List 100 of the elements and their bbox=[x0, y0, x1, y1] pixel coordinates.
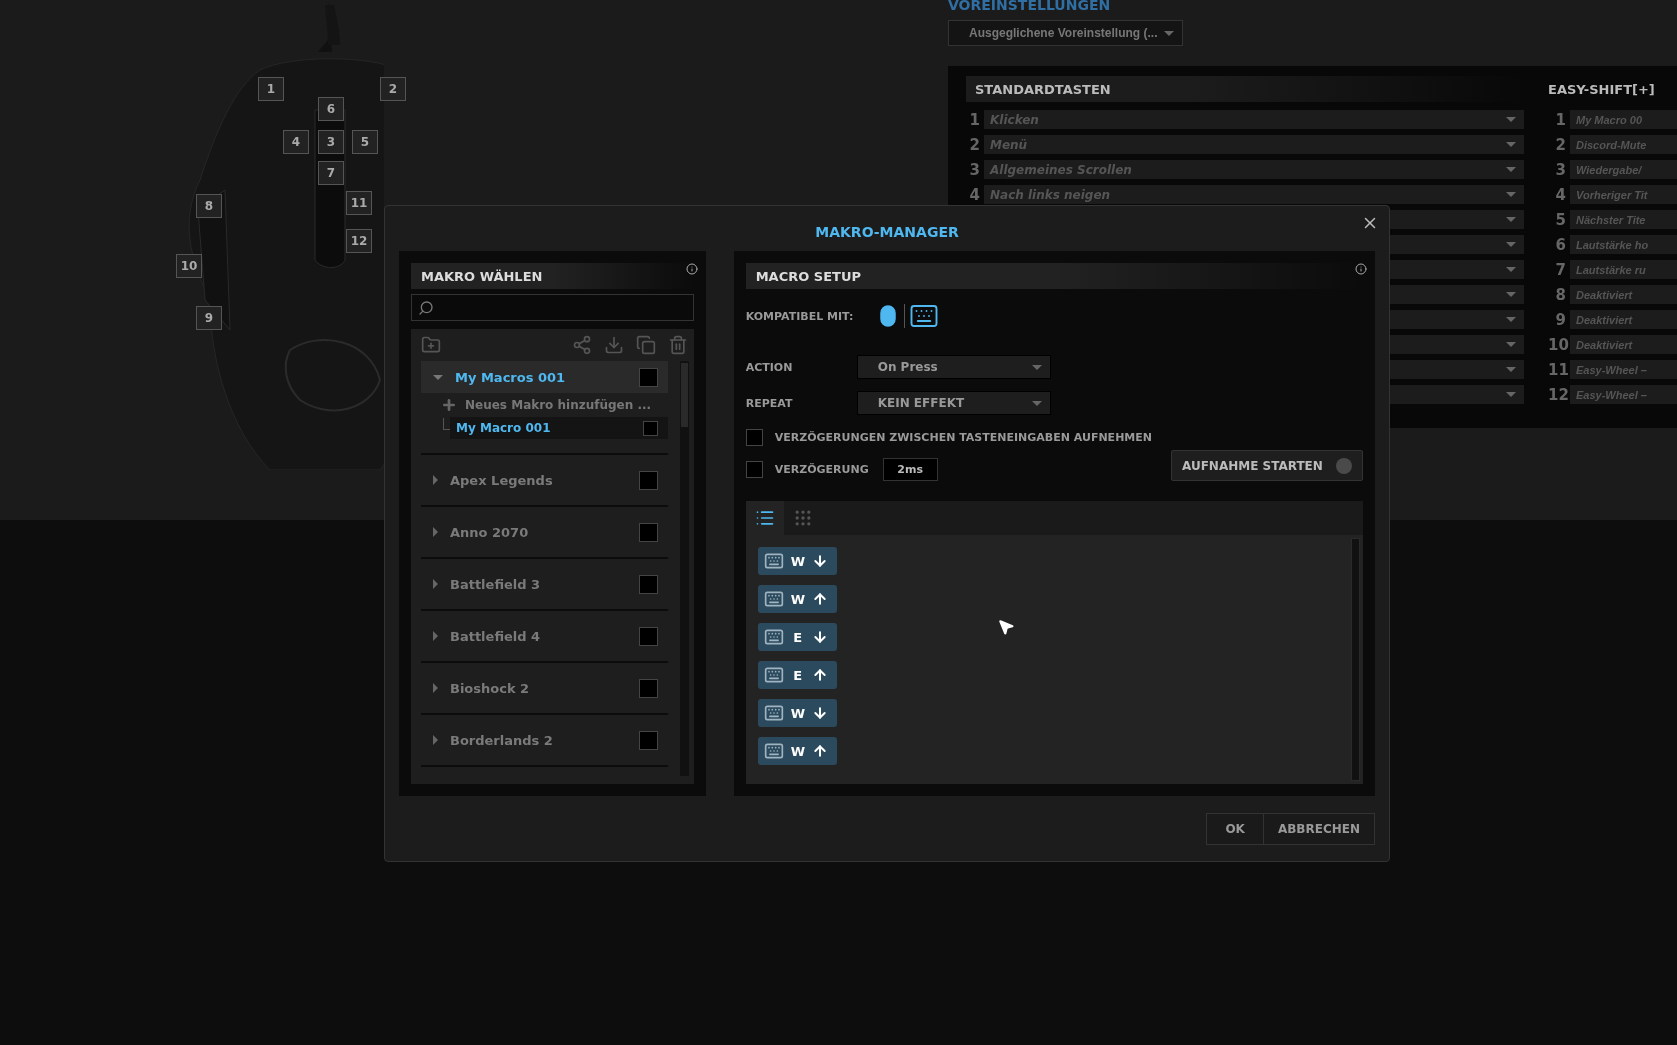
key-event-chip[interactable]: W bbox=[757, 585, 837, 613]
folder-plus-icon[interactable] bbox=[421, 335, 441, 355]
caret-icon bbox=[1506, 367, 1516, 372]
row-number: 9 bbox=[1554, 310, 1566, 329]
section-title: VOREINSTELLUNGEN bbox=[948, 0, 1112, 12]
key-event-chip[interactable]: W bbox=[757, 547, 837, 575]
trash-icon[interactable] bbox=[667, 335, 688, 355]
button-number-tag[interactable]: 11 bbox=[346, 191, 372, 215]
collapse-icon[interactable] bbox=[433, 374, 443, 380]
button-number-tag[interactable]: 3 bbox=[318, 130, 344, 154]
keyboard-icon bbox=[763, 703, 784, 723]
button-number-tag[interactable]: 6 bbox=[318, 97, 344, 121]
macro-group-row[interactable]: Bioshock 2 bbox=[421, 663, 668, 715]
macro-group-row[interactable]: Anno 2070 bbox=[421, 507, 668, 559]
keyboard-icon bbox=[763, 627, 784, 647]
key-event-chip[interactable]: W bbox=[757, 737, 837, 765]
button-number-tag[interactable]: 12 bbox=[346, 229, 372, 253]
scrollbar[interactable] bbox=[1351, 538, 1360, 781]
caret-icon bbox=[1506, 217, 1516, 222]
caret-icon bbox=[1506, 392, 1516, 397]
button-number-tag[interactable]: 9 bbox=[196, 306, 222, 330]
row-number: 7 bbox=[1554, 260, 1566, 279]
search-icon bbox=[418, 299, 434, 316]
checkbox[interactable] bbox=[642, 420, 658, 436]
checkbox-label: VERZÖGERUNGEN ZWISCHEN TASTENEINGABEN AUFNEHMEN bbox=[774, 431, 1152, 444]
macro-group-row[interactable]: Battlefield 4 bbox=[421, 611, 668, 663]
share-icon[interactable] bbox=[571, 335, 592, 355]
key-event-chip[interactable]: W bbox=[757, 699, 837, 727]
macro-group-row[interactable]: Battlefield 3 bbox=[421, 559, 668, 611]
caret-icon bbox=[1506, 142, 1516, 147]
row-number: 4 bbox=[968, 185, 980, 204]
button-number-tag[interactable]: 1 bbox=[258, 77, 284, 101]
checkbox[interactable] bbox=[638, 470, 658, 490]
caret-icon bbox=[1506, 317, 1516, 322]
record-button[interactable]: AUFNAHME STARTEN bbox=[1171, 450, 1363, 481]
caret-icon bbox=[1506, 267, 1516, 272]
expand-icon[interactable] bbox=[433, 475, 438, 485]
row-number: 5 bbox=[1554, 210, 1566, 229]
scrollbar[interactable] bbox=[679, 361, 689, 776]
checkbox[interactable] bbox=[745, 461, 763, 478]
button-number-tag[interactable]: 4 bbox=[283, 130, 309, 154]
caret-icon bbox=[1506, 167, 1516, 172]
checkbox[interactable] bbox=[638, 367, 658, 387]
plus-icon bbox=[441, 397, 457, 413]
macro-group-row[interactable]: Apex Legends bbox=[421, 455, 668, 507]
search-field[interactable] bbox=[411, 294, 694, 321]
caret-icon bbox=[1031, 364, 1042, 370]
row-number: 12 bbox=[1548, 385, 1566, 404]
checkbox[interactable] bbox=[638, 626, 658, 646]
add-macro-button[interactable]: Neues Makro hinzufügen ... bbox=[421, 393, 668, 417]
row-number: 3 bbox=[968, 160, 980, 179]
checkbox[interactable] bbox=[638, 574, 658, 594]
caret-icon bbox=[1506, 342, 1516, 347]
expand-icon[interactable] bbox=[433, 631, 438, 641]
delay-field[interactable]: 2ms bbox=[882, 458, 938, 481]
preset-dropdown[interactable]: Ausgeglichene Voreinstellung (... bbox=[948, 20, 1183, 46]
checkbox[interactable] bbox=[638, 678, 658, 698]
button-number-tag[interactable]: 8 bbox=[196, 194, 222, 218]
key-event-chip[interactable]: E bbox=[757, 623, 837, 651]
macro-group-row[interactable]: My Macros 001 bbox=[421, 361, 668, 393]
field-label: REPEAT bbox=[745, 396, 794, 410]
row-number: 1 bbox=[968, 110, 980, 129]
info-icon[interactable] bbox=[1355, 263, 1367, 275]
checkbox-label: VERZÖGERUNG bbox=[774, 463, 869, 476]
row-number: 4 bbox=[1554, 185, 1566, 204]
macro-group-row[interactable]: Borderlands 2 bbox=[421, 715, 668, 767]
row-number: 6 bbox=[1554, 235, 1566, 254]
expand-icon[interactable] bbox=[433, 527, 438, 537]
macro-item[interactable]: My Macro 001 bbox=[450, 417, 668, 439]
caret-icon bbox=[1506, 242, 1516, 247]
button-number-tag[interactable]: 7 bbox=[318, 161, 344, 185]
list-icon bbox=[754, 508, 775, 528]
caret-icon bbox=[1506, 117, 1516, 122]
action-dropdown[interactable]: On Press bbox=[856, 355, 1051, 379]
info-icon[interactable] bbox=[685, 263, 698, 275]
dialog-title: MAKRO-MANAGER bbox=[815, 223, 959, 240]
keyboard-icon bbox=[763, 589, 784, 609]
copy-icon[interactable] bbox=[635, 335, 656, 355]
expand-icon[interactable] bbox=[433, 579, 438, 589]
field-label: KOMPATIBEL MIT: bbox=[745, 309, 855, 323]
row-number: 2 bbox=[968, 135, 980, 154]
cursor-icon bbox=[997, 618, 1015, 636]
row-number: 3 bbox=[1554, 160, 1566, 179]
button-number-tag[interactable]: 5 bbox=[352, 130, 378, 154]
caret-icon bbox=[1031, 400, 1042, 406]
row-number: 8 bbox=[1554, 285, 1566, 304]
row-number: 2 bbox=[1554, 135, 1566, 154]
expand-icon[interactable] bbox=[433, 735, 438, 745]
repeat-dropdown[interactable]: KEIN EFFEKT bbox=[856, 391, 1051, 415]
checkbox[interactable] bbox=[745, 429, 763, 446]
list-view-tab[interactable] bbox=[745, 501, 784, 535]
download-icon[interactable] bbox=[603, 335, 624, 355]
key-event-chip[interactable]: E bbox=[757, 661, 837, 689]
column-header: EASY-SHIFT[+] bbox=[1548, 80, 1656, 99]
button-number-tag[interactable]: 2 bbox=[380, 77, 406, 101]
caret-icon bbox=[1164, 30, 1174, 36]
checkbox[interactable] bbox=[638, 522, 658, 542]
expand-icon[interactable] bbox=[433, 683, 438, 693]
checkbox[interactable] bbox=[638, 730, 658, 750]
button-number-tag[interactable]: 10 bbox=[176, 254, 202, 278]
